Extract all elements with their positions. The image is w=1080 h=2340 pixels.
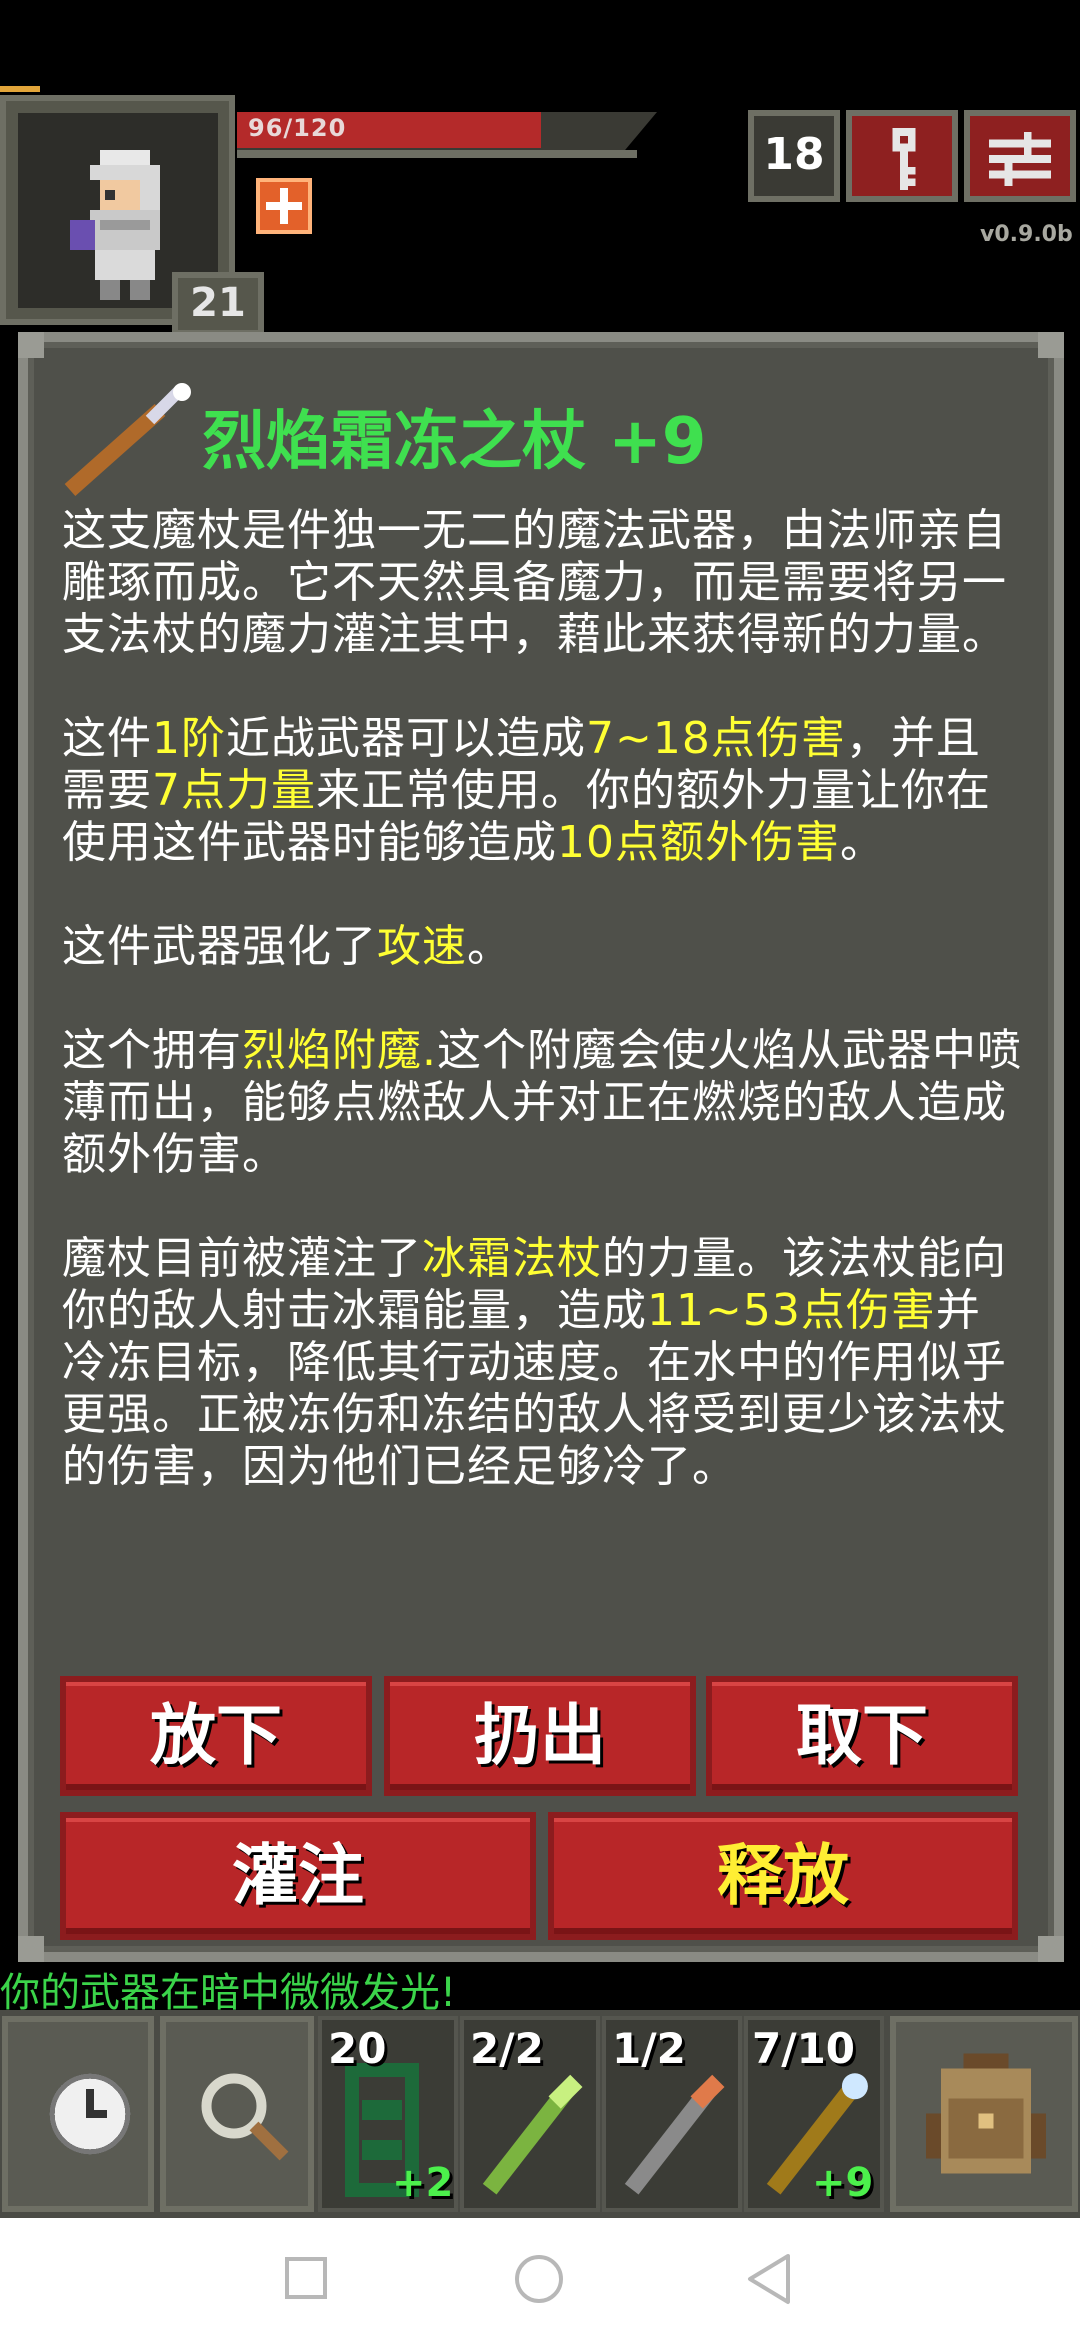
description-paragraph: 这件武器强化了攻速。 xyxy=(62,921,1022,973)
quickslot-1-count: 20 xyxy=(328,2024,387,2073)
imbue-button[interactable]: 灌注 xyxy=(60,1812,536,1940)
quickslot-3[interactable]: 1/2 xyxy=(602,2016,742,2212)
highlight-text: 10点额外伤害 xyxy=(557,817,840,868)
description-paragraph: 这支魔杖是件独一无二的魔法武器，由法师亲自雕琢而成。它不天然具备魔力，而是需要将… xyxy=(62,505,1022,661)
description-paragraph: 这个拥有烈焰附魔.这个附魔会使火焰从武器中喷薄而出，能够点燃敌人并对正在燃烧的敌… xyxy=(62,1025,1022,1181)
hero-level-badge: 21 xyxy=(172,272,264,336)
description-text: 这件武器强化了 xyxy=(62,921,377,972)
hp-text: 96/120 xyxy=(248,114,347,142)
hero-sprite xyxy=(70,150,160,300)
home-icon[interactable] xyxy=(515,2255,563,2303)
description-text: 这件 xyxy=(62,713,152,764)
dialog-corner xyxy=(18,332,44,358)
search-button[interactable] xyxy=(160,2016,314,2212)
drop-button[interactable]: 放下 xyxy=(60,1676,372,1796)
highlight-text: 烈焰附魔. xyxy=(242,1025,437,1076)
highlight-text: 攻速 xyxy=(377,921,467,972)
clock-icon xyxy=(49,2073,131,2155)
mage-staff-icon xyxy=(64,383,191,496)
top-accent-line xyxy=(0,86,40,92)
description-text: 这支魔杖是件独一无二的魔法武器，由法师亲自雕琢而成。它不天然具备魔力，而是需要将… xyxy=(62,505,1007,660)
quickslot-3-count: 1/2 xyxy=(612,2024,686,2073)
buff-heal-icon[interactable] xyxy=(256,178,312,234)
quickslot-2[interactable]: 2/2 xyxy=(460,2016,600,2212)
quickslot-1-upgrade: +2 xyxy=(392,2160,454,2206)
xp-bar xyxy=(237,150,637,158)
highlight-text: 11~53点伤害 xyxy=(647,1285,936,1336)
description-paragraph: 魔杖目前被灌注了冰霜法杖的力量。该法杖能向你的敌人射击冰霜能量，造成11~53点… xyxy=(62,1233,1022,1493)
quickslot-4-upgrade: +9 xyxy=(812,2160,874,2206)
item-description: 这支魔杖是件独一无二的魔法武器，由法师亲自雕琢而成。它不天然具备魔力，而是需要将… xyxy=(62,505,1022,1545)
settings-sliders-icon xyxy=(989,131,1051,187)
highlight-text: 冰霜法杖 xyxy=(422,1233,602,1284)
item-title: 烈焰霜冻之杖 +9 xyxy=(202,405,707,479)
green-wand-icon xyxy=(482,2074,583,2195)
highlight-text: 7~18点伤害 xyxy=(586,713,846,764)
game-version: v0.9.0b xyxy=(980,222,1073,247)
quickslot-4-count: 7/10 xyxy=(752,2024,856,2073)
backpack-icon xyxy=(926,2053,1046,2174)
menu-button[interactable] xyxy=(964,110,1076,202)
wait-button[interactable] xyxy=(2,2016,154,2212)
gray-wand-icon xyxy=(624,2074,725,2195)
quickslot-1[interactable]: 20 +2 xyxy=(318,2016,458,2212)
description-paragraph: 这件1阶近战武器可以造成7~18点伤害，并且需要7点力量来正常使用。你的额外力量… xyxy=(62,713,1022,869)
description-text: 。 xyxy=(840,817,885,868)
key-icon xyxy=(892,128,916,190)
highlight-text: 1阶 xyxy=(152,713,226,764)
description-text: 魔杖目前被灌注了 xyxy=(62,1233,422,1284)
quickslot-4[interactable]: 7/10 +9 xyxy=(744,2016,884,2212)
backpack-button[interactable] xyxy=(890,2016,1078,2212)
dialog-corner xyxy=(1038,332,1064,358)
dialog-corner xyxy=(18,1936,44,1962)
dialog-corner xyxy=(1038,1936,1064,1962)
description-text: 这个拥有 xyxy=(62,1025,242,1076)
highlight-text: 7点力量 xyxy=(152,765,316,816)
back-icon[interactable] xyxy=(744,2252,794,2306)
magnifier-icon xyxy=(201,2073,289,2161)
description-text: 。 xyxy=(467,921,512,972)
release-button[interactable]: 释放 xyxy=(548,1812,1018,1940)
throw-button[interactable]: 扔出 xyxy=(384,1676,696,1796)
dungeon-depth-indicator[interactable]: 18 xyxy=(748,110,840,202)
unequip-button[interactable]: 取下 xyxy=(706,1676,1018,1796)
quickslot-2-count: 2/2 xyxy=(470,2024,544,2073)
recents-icon[interactable] xyxy=(285,2257,327,2299)
description-text: 近战武器可以造成 xyxy=(226,713,586,764)
journal-key-button[interactable] xyxy=(846,110,958,202)
